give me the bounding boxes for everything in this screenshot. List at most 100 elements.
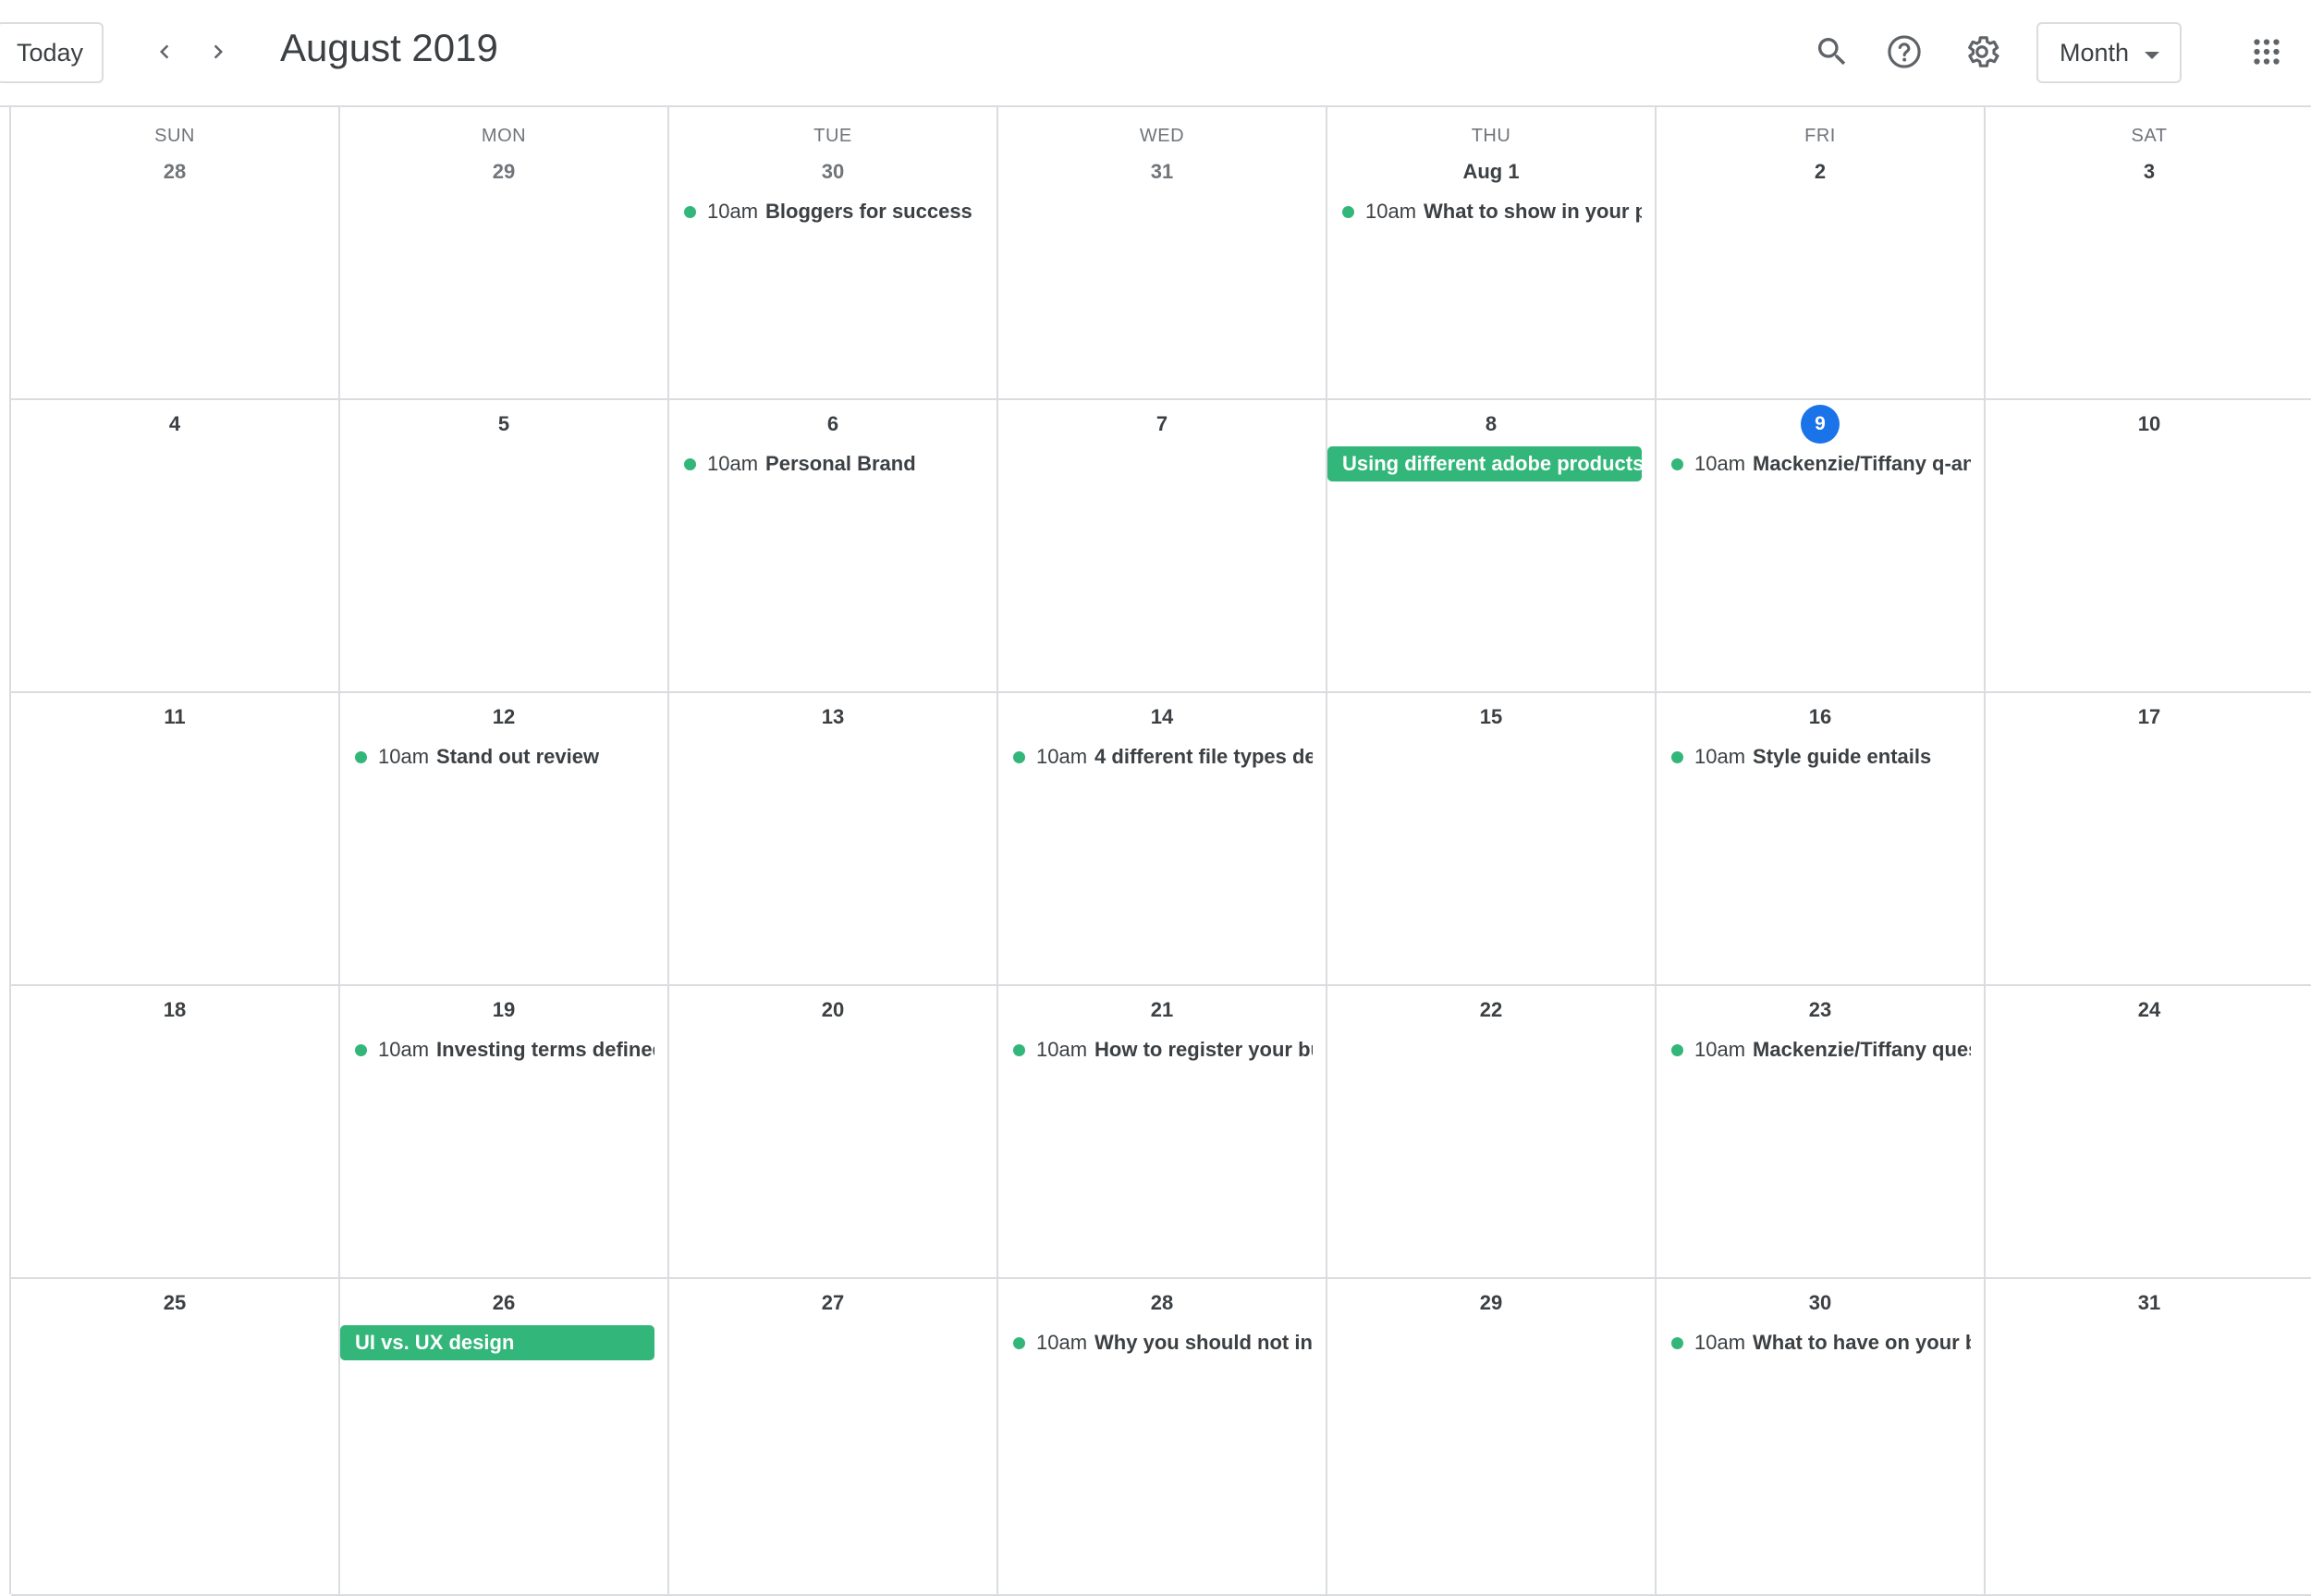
date-number[interactable]: 19 — [484, 991, 523, 1029]
event-item[interactable]: 10am Mackenzie/Tiffany q-an — [1669, 447, 1971, 481]
day-cell[interactable]: SAT 3 — [1986, 107, 2311, 400]
event-title: 4 different file types def — [1094, 745, 1313, 768]
date-number[interactable]: 31 — [2130, 1284, 2169, 1322]
event-item[interactable]: 10am Why you should not incl — [1011, 1326, 1313, 1359]
date-number[interactable]: 30 — [813, 152, 852, 191]
date-number[interactable]: 22 — [1472, 991, 1510, 1029]
date-number[interactable]: 29 — [484, 152, 523, 191]
event-title: How to register your bus — [1094, 1038, 1313, 1061]
day-cell[interactable]: MON 29 — [340, 107, 669, 400]
day-cell[interactable]: 5 — [340, 400, 669, 693]
day-cell[interactable]: 21 10am How to register your bus — [998, 986, 1327, 1279]
day-cell[interactable]: 15 — [1327, 693, 1657, 986]
event-item[interactable]: 10am Mackenzie/Tiffany ques — [1669, 1033, 1971, 1066]
day-cell[interactable]: 11 — [11, 693, 340, 986]
date-number[interactable]: 14 — [1143, 698, 1181, 737]
day-cell[interactable]: 26 UI vs. UX design — [340, 1279, 669, 1596]
event-time: 10am — [1036, 745, 1088, 768]
day-cell[interactable]: SUN 28 — [11, 107, 340, 400]
all-day-event-chip[interactable]: UI vs. UX design — [340, 1325, 654, 1360]
search-icon — [1817, 38, 1846, 66]
date-number[interactable]: 18 — [155, 991, 194, 1029]
day-cell[interactable]: FRI 2 — [1657, 107, 1986, 400]
date-number[interactable]: 20 — [813, 991, 852, 1029]
day-cell[interactable]: 24 — [1986, 986, 2311, 1279]
day-cell[interactable]: 10 — [1986, 400, 2311, 693]
apps-button[interactable] — [2243, 28, 2291, 76]
day-cell[interactable]: 22 — [1327, 986, 1657, 1279]
day-cell[interactable]: 25 — [11, 1279, 340, 1596]
date-number[interactable]: 7 — [1143, 405, 1181, 444]
day-cell[interactable]: 16 10am Style guide entails — [1657, 693, 1986, 986]
event-item[interactable]: 10am Investing terms defined — [353, 1033, 654, 1066]
event-item[interactable]: 10am What to have on your bu — [1669, 1326, 1971, 1359]
day-cell[interactable]: WED 31 — [998, 107, 1327, 400]
event-item[interactable]: 10am Stand out review — [353, 740, 654, 774]
event-title: Investing terms defined — [436, 1038, 654, 1061]
day-cell[interactable]: THU Aug 1 10am What to show in your po — [1327, 107, 1657, 400]
next-month-button[interactable] — [194, 28, 242, 76]
date-number[interactable]: 6 — [813, 405, 852, 444]
event-item[interactable]: 10am Personal Brand — [682, 447, 984, 481]
date-number[interactable]: 28 — [1143, 1284, 1181, 1322]
day-cell[interactable]: 29 — [1327, 1279, 1657, 1596]
day-cell[interactable]: 28 10am Why you should not incl — [998, 1279, 1327, 1596]
date-number[interactable]: 5 — [484, 405, 523, 444]
date-number[interactable]: 15 — [1472, 698, 1510, 737]
day-cell[interactable]: 30 10am What to have on your bu — [1657, 1279, 1986, 1596]
date-number[interactable]: 10 — [2130, 405, 2169, 444]
event-item[interactable]: 10am Style guide entails — [1669, 740, 1971, 774]
all-day-event-chip[interactable]: Using different adobe products, — [1327, 446, 1642, 481]
date-number[interactable]: 2 — [1801, 152, 1840, 191]
settings-button[interactable] — [1958, 28, 2006, 76]
date-number[interactable]: 26 — [484, 1284, 523, 1322]
date-number[interactable]: 13 — [813, 698, 852, 737]
date-number[interactable]: 12 — [484, 698, 523, 737]
search-button[interactable] — [1808, 28, 1856, 76]
event-item[interactable]: 10am What to show in your po — [1340, 195, 1642, 228]
day-cell[interactable]: 9 10am Mackenzie/Tiffany q-an — [1657, 400, 1986, 693]
day-cell[interactable]: TUE 30 10am Bloggers for success — [669, 107, 998, 400]
day-cell[interactable]: 20 — [669, 986, 998, 1279]
event-title: Mackenzie/Tiffany q-an — [1753, 452, 1971, 475]
today-date-number[interactable]: 9 — [1801, 405, 1840, 444]
date-number[interactable]: 23 — [1801, 991, 1840, 1029]
date-number[interactable]: 24 — [2130, 991, 2169, 1029]
day-cell[interactable]: 8 Using different adobe products, — [1327, 400, 1657, 693]
day-cell[interactable]: 7 — [998, 400, 1327, 693]
view-switcher-dropdown[interactable]: Month — [2036, 22, 2182, 83]
date-number[interactable]: 28 — [155, 152, 194, 191]
day-cell[interactable]: 6 10am Personal Brand — [669, 400, 998, 693]
date-number[interactable]: 17 — [2130, 698, 2169, 737]
date-number[interactable]: Aug 1 — [1462, 152, 1519, 191]
day-cell[interactable]: 12 10am Stand out review — [340, 693, 669, 986]
event-title: Stand out review — [436, 745, 600, 768]
date-number[interactable]: 21 — [1143, 991, 1181, 1029]
date-number[interactable]: 25 — [155, 1284, 194, 1322]
day-cell[interactable]: 17 — [1986, 693, 2311, 986]
day-cell[interactable]: 23 10am Mackenzie/Tiffany ques — [1657, 986, 1986, 1279]
date-number[interactable]: 30 — [1801, 1284, 1840, 1322]
day-cell[interactable]: 19 10am Investing terms defined — [340, 986, 669, 1279]
event-item[interactable]: 10am 4 different file types def — [1011, 740, 1313, 774]
day-cell[interactable]: 13 — [669, 693, 998, 986]
day-cell[interactable]: 14 10am 4 different file types def — [998, 693, 1327, 986]
day-cell[interactable]: 4 — [11, 400, 340, 693]
date-number[interactable]: 31 — [1143, 152, 1181, 191]
today-button[interactable]: Today — [0, 22, 104, 83]
date-number[interactable]: 4 — [155, 405, 194, 444]
day-cell[interactable]: 27 — [669, 1279, 998, 1596]
date-number[interactable]: 27 — [813, 1284, 852, 1322]
help-button[interactable] — [1880, 28, 1928, 76]
event-item[interactable]: 10am How to register your bus — [1011, 1033, 1313, 1066]
date-number[interactable]: 16 — [1801, 698, 1840, 737]
day-cell[interactable]: 31 — [1986, 1279, 2311, 1596]
month-grid: SUN 28 MON 29 TUE 30 10am Bloggers for success W… — [9, 107, 2311, 1596]
date-number[interactable]: 11 — [155, 698, 194, 737]
date-number[interactable]: 29 — [1472, 1284, 1510, 1322]
date-number[interactable]: 8 — [1472, 405, 1510, 444]
day-cell[interactable]: 18 — [11, 986, 340, 1279]
previous-month-button[interactable] — [141, 28, 189, 76]
date-number[interactable]: 3 — [2130, 152, 2169, 191]
event-item[interactable]: 10am Bloggers for success — [682, 195, 984, 228]
